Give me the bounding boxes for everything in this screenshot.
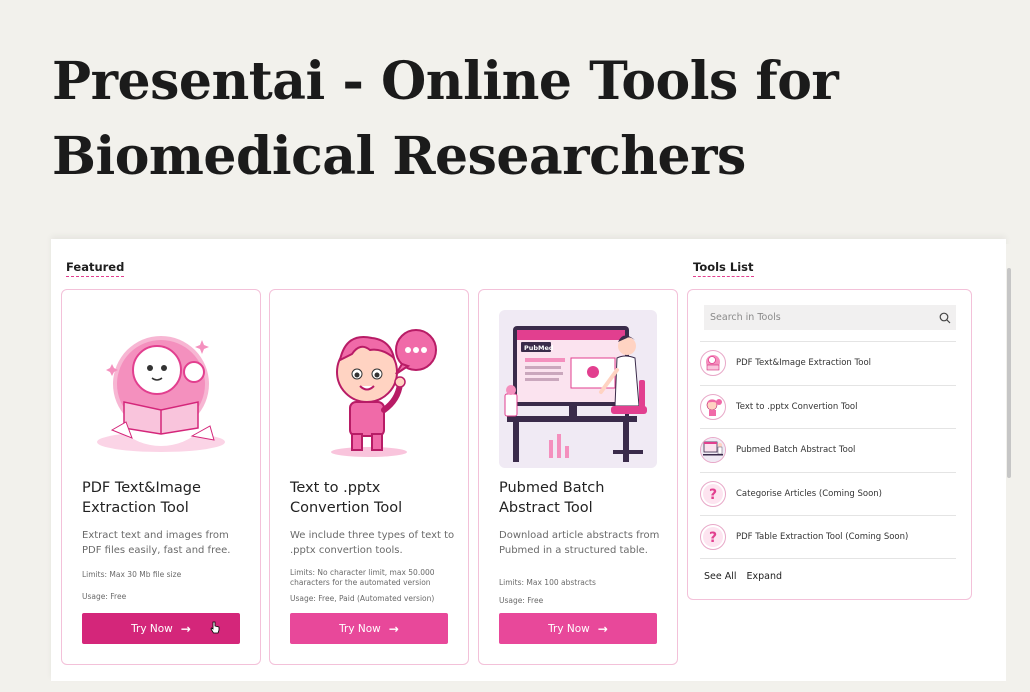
card-description: Download article abstracts from Pubmed i…: [499, 530, 660, 556]
search-icon[interactable]: [934, 312, 956, 324]
boy-thumbnail-icon: [700, 393, 726, 420]
featured-card-pubmed-batch: PubMed Pubmed Batch Abstract Tool Downlo…: [478, 289, 678, 665]
svg-text:?: ?: [709, 530, 717, 546]
button-label: Try Now: [339, 622, 381, 635]
tool-name: Categorise Articles (Coming Soon): [736, 488, 882, 499]
button-label: Try Now: [548, 622, 590, 635]
tool-item-pdf-table-extraction[interactable]: ? PDF Table Extraction Tool (Coming Soon…: [700, 515, 956, 559]
card-description: We include three types of text to .pptx …: [290, 530, 455, 556]
try-now-button-pubmed-batch[interactable]: Try Now →: [499, 613, 657, 644]
search-input[interactable]: [704, 305, 934, 330]
svg-text:?: ?: [709, 487, 717, 503]
card-limits: Limits: Max 30 Mb file size: [82, 570, 182, 579]
card-limits: Limits: Max 100 abstracts: [499, 578, 596, 587]
expand-link[interactable]: Expand: [747, 571, 783, 582]
scrollbar-thumb[interactable]: [1007, 268, 1011, 478]
card-usage: Usage: Free: [499, 596, 544, 605]
hand-cursor-icon: [210, 621, 220, 634]
page-title: Presentai - Online Tools for Biomedical …: [52, 51, 839, 187]
featured-card-text-to-pptx: Text to .pptx Convertion Tool We include…: [269, 289, 469, 665]
card-title: Text to .pptx Convertion Tool: [290, 480, 403, 516]
tools-footer: See All Expand: [704, 571, 782, 582]
arrow-right-icon: →: [180, 621, 191, 636]
see-all-link[interactable]: See All: [704, 571, 737, 582]
card-title: Pubmed Batch Abstract Tool: [499, 480, 605, 516]
arrow-right-icon: →: [388, 621, 399, 636]
pubmed-screen-text: PubMed: [524, 344, 554, 352]
tool-item-categorise-articles[interactable]: ? Categorise Articles (Coming Soon): [700, 471, 956, 516]
card-usage: Usage: Free, Paid (Automated version): [290, 594, 435, 603]
tool-name: PDF Table Extraction Tool (Coming Soon): [736, 531, 909, 542]
featured-card-pdf-extraction: PDF Text&Image Extraction Tool Extract t…: [61, 289, 261, 665]
tools-list-heading: Tools List: [693, 260, 754, 277]
reading-robot-illustration: [82, 310, 240, 468]
tool-item-pubmed-batch[interactable]: Pubmed Batch Abstract Tool: [700, 428, 956, 472]
tool-name: Pubmed Batch Abstract Tool: [736, 445, 856, 456]
tool-item-pdf-extraction[interactable]: PDF Text&Image Extraction Tool: [700, 341, 956, 385]
tool-item-text-to-pptx[interactable]: Text to .pptx Convertion Tool: [700, 384, 956, 429]
cartoon-boy-speech-bubble-illustration: [290, 310, 448, 468]
question-mark-icon: ?: [700, 523, 726, 550]
card-description: Extract text and images from PDF files e…: [82, 530, 231, 556]
tools-panel-section: Featured Tools List PDF Text&Image Extra…: [51, 239, 1006, 681]
arrow-right-icon: →: [597, 621, 608, 636]
tools-list-panel: PDF Text&Image Extraction Tool Text to .…: [687, 289, 972, 600]
card-limits: Limits: No character limit, max 50.000 c…: [290, 568, 435, 587]
card-usage: Usage: Free: [82, 592, 127, 601]
tool-name: PDF Text&Image Extraction Tool: [736, 358, 872, 369]
button-label: Try Now: [131, 622, 173, 635]
featured-heading: Featured: [66, 260, 125, 277]
robot-thumbnail-icon: [700, 350, 726, 377]
search-box: [704, 305, 956, 330]
researcher-at-pubmed-desk-illustration: PubMed: [499, 310, 657, 468]
question-mark-icon: ?: [700, 480, 726, 507]
try-now-button-text-to-pptx[interactable]: Try Now →: [290, 613, 448, 644]
tool-list: PDF Text&Image Extraction Tool Text to .…: [700, 341, 956, 559]
tool-name: Text to .pptx Convertion Tool: [736, 401, 858, 412]
desk-thumbnail-icon: [700, 437, 726, 464]
card-title: PDF Text&Image Extraction Tool: [82, 480, 201, 516]
